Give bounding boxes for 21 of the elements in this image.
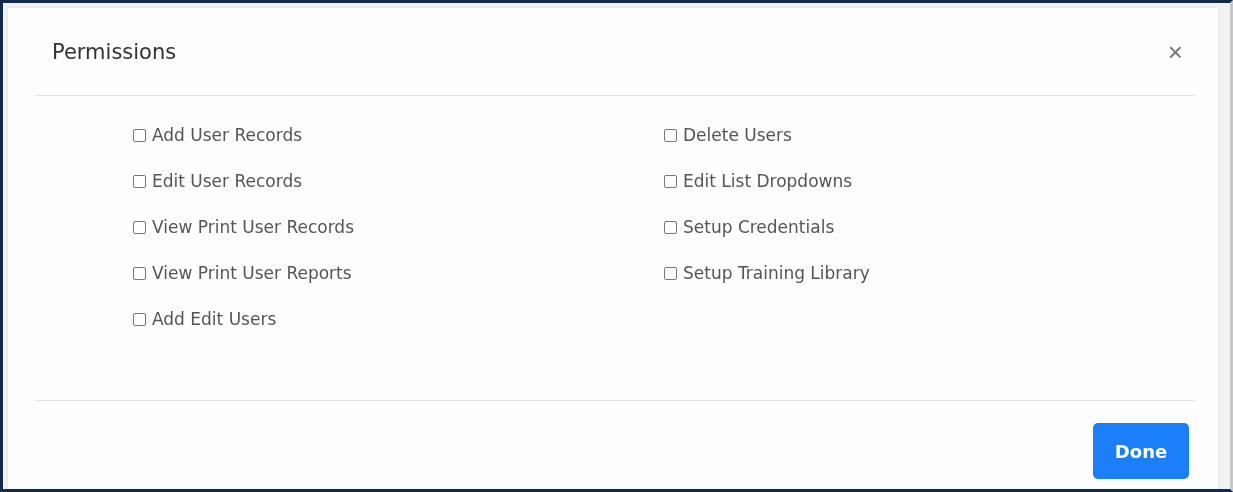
- checkbox-icon[interactable]: [664, 174, 677, 188]
- dialog-title: Permissions: [52, 39, 177, 64]
- permission-checkbox[interactable]: Edit List Dropdowns: [664, 170, 853, 192]
- permission-checkbox[interactable]: Setup Credentials: [664, 216, 835, 238]
- checkbox-icon[interactable]: [664, 128, 677, 142]
- close-button[interactable]: ×: [1161, 38, 1189, 65]
- permission-checkbox[interactable]: Setup Training Library: [664, 262, 870, 284]
- checkbox-icon[interactable]: [664, 220, 677, 234]
- permission-checkbox[interactable]: Edit User Records: [133, 170, 303, 192]
- checkbox-icon[interactable]: [133, 174, 146, 188]
- checkbox-icon[interactable]: [133, 220, 146, 234]
- done-button[interactable]: Done: [1093, 423, 1189, 479]
- permission-checkbox[interactable]: View Print User Records: [133, 216, 354, 238]
- permission-checkbox[interactable]: Add Edit Users: [133, 308, 277, 330]
- permission-checkbox[interactable]: Add User Records: [133, 124, 303, 146]
- checkbox-icon[interactable]: [133, 128, 146, 142]
- checkbox-icon[interactable]: [664, 266, 677, 280]
- permission-checkbox[interactable]: View Print User Reports: [133, 262, 352, 284]
- checkbox-icon[interactable]: [133, 312, 146, 326]
- permission-checkbox[interactable]: Delete Users: [664, 124, 792, 146]
- checkbox-icon[interactable]: [133, 266, 146, 280]
